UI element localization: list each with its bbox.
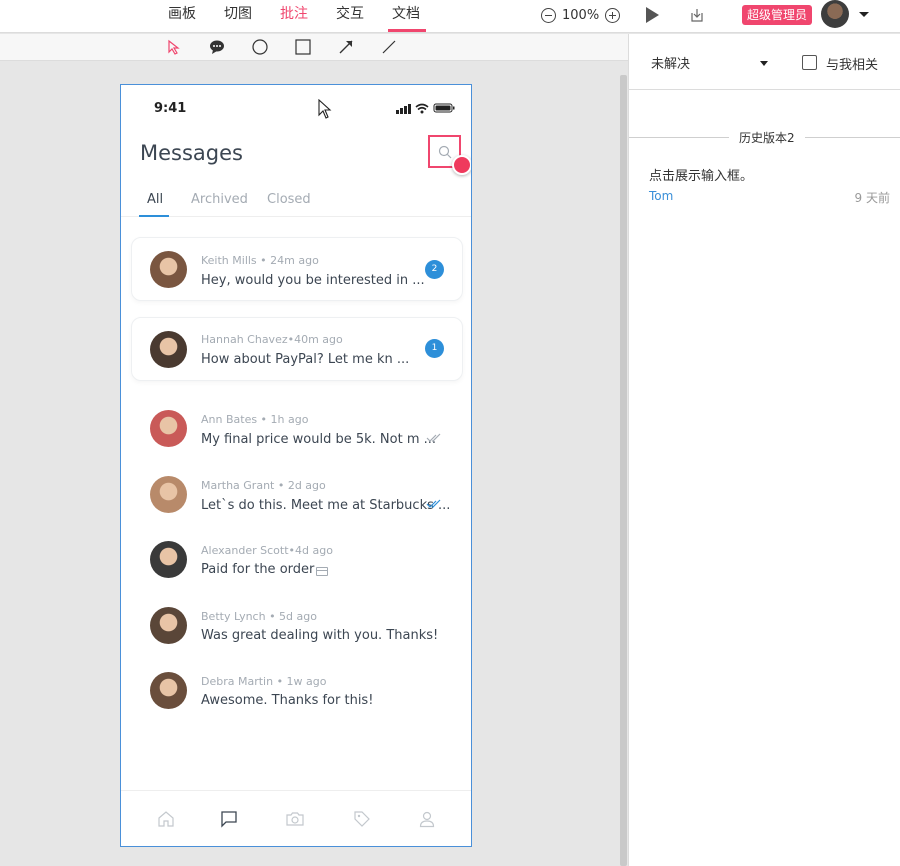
nav-docs[interactable]: 文档 <box>392 0 448 33</box>
message-meta: Alexander Scott•4d ago <box>201 544 333 557</box>
message-preview: My final price would be 5k. Not m ... <box>201 432 437 447</box>
tag-icon[interactable] <box>353 810 371 828</box>
nav-artboard[interactable]: 画板 <box>168 0 224 33</box>
search-icon <box>438 145 452 159</box>
comment-icon[interactable] <box>209 39 225 55</box>
list-item[interactable]: Debra Martin • 1w ago Awesome. Thanks fo… <box>121 659 471 723</box>
list-item[interactable]: Betty Lynch • 5d ago Was great dealing w… <box>121 594 471 658</box>
tab-all[interactable]: All <box>147 192 163 207</box>
role-badge: 超级管理员 <box>742 5 813 25</box>
version-label: 历史版本2 <box>729 129 805 146</box>
message-meta: Hannah Chavez•40m ago <box>201 333 343 346</box>
avatar <box>150 476 187 513</box>
message-preview: Paid for the order <box>201 562 315 577</box>
tab-archived[interactable]: Archived <box>191 192 248 207</box>
tab-indicator <box>139 215 169 217</box>
battery-icon <box>433 103 455 113</box>
chevron-down-icon[interactable] <box>760 61 768 66</box>
avatar <box>150 410 187 447</box>
user-menu-chevron-down-icon[interactable] <box>859 12 869 17</box>
double-check-icon <box>426 499 441 508</box>
main-nav: 画板 切图 批注 交互 文档 <box>168 0 448 33</box>
message-preview: How about PayPal? Let me kn ... <box>201 352 410 367</box>
list-item[interactable]: Ann Bates • 1h ago My final price would … <box>121 397 471 461</box>
annotation-pin[interactable] <box>452 155 471 175</box>
related-to-me-checkbox[interactable] <box>802 55 817 70</box>
zoom-level: 100% <box>562 7 600 23</box>
unread-badge: 2 <box>425 260 444 279</box>
nav-slice[interactable]: 切图 <box>224 0 280 33</box>
comment-author[interactable]: Tom <box>649 189 673 203</box>
list-item[interactable]: Martha Grant • 2d ago Let`s do this. Mee… <box>121 463 471 527</box>
message-preview: Was great dealing with you. Thanks! <box>201 628 439 643</box>
unread-badge: 1 <box>425 339 444 358</box>
status-icons <box>396 103 455 114</box>
card-icon <box>316 567 328 576</box>
avatar <box>150 331 187 368</box>
list-item[interactable]: Hannah Chavez•40m ago How about PayPal? … <box>121 317 471 381</box>
home-icon[interactable] <box>157 810 175 828</box>
comment-time: 9 天前 <box>854 191 890 205</box>
arrow-icon[interactable] <box>338 39 354 55</box>
list-item[interactable]: Keith Mills • 24m ago Hey, would you be … <box>121 237 471 301</box>
message-meta: Ann Bates • 1h ago <box>201 413 309 426</box>
message-meta: Martha Grant • 2d ago <box>201 479 326 492</box>
comment-text[interactable]: 点击展示输入框。 <box>649 165 753 184</box>
phone-artboard[interactable]: 9:41 Messages All Archived Closed Keith … <box>120 84 472 847</box>
message-meta: Debra Martin • 1w ago <box>201 675 327 688</box>
tab-closed[interactable]: Closed <box>267 192 311 207</box>
comments-panel: 未解决 与我相关 历史版本2 点击展示输入框。 Tom 9 天前 <box>628 34 900 866</box>
annotation-toolbar <box>0 34 628 61</box>
page-title: Messages <box>140 141 243 165</box>
chat-icon[interactable] <box>220 810 238 828</box>
message-meta: Keith Mills • 24m ago <box>201 254 319 267</box>
wifi-icon <box>415 103 429 114</box>
user-avatar[interactable] <box>821 0 849 28</box>
nav-interaction[interactable]: 交互 <box>336 0 392 33</box>
avatar <box>150 251 187 288</box>
signal-icon <box>396 104 411 114</box>
top-bar: 画板 切图 批注 交互 文档 100% 超级管理员 <box>0 0 900 33</box>
zoom-in-icon[interactable] <box>605 7 621 23</box>
message-preview: Hey, would you be interested in ... <box>201 273 425 288</box>
avatar <box>150 672 187 709</box>
select-cursor-icon[interactable] <box>166 39 182 55</box>
rectangle-icon[interactable] <box>295 39 311 55</box>
play-icon[interactable] <box>646 7 659 23</box>
message-preview: Let`s do this. Meet me at Starbucks ... <box>201 498 451 513</box>
double-check-icon <box>426 433 441 442</box>
message-preview: Awesome. Thanks for this! <box>201 693 374 708</box>
bottom-tab-bar <box>121 790 471 846</box>
status-filter-select[interactable]: 未解决 <box>651 53 690 72</box>
divider <box>629 89 900 90</box>
list-item[interactable]: Alexander Scott•4d ago Paid for the orde… <box>121 528 471 592</box>
zoom-control: 100% <box>541 6 621 24</box>
avatar <box>150 541 187 578</box>
message-tabs: All Archived Closed <box>121 192 471 217</box>
profile-icon[interactable] <box>418 810 436 828</box>
camera-icon[interactable] <box>286 810 304 828</box>
canvas-scrollbar[interactable] <box>620 75 627 866</box>
zoom-out-icon[interactable] <box>541 7 556 23</box>
related-to-me-label: 与我相关 <box>826 58 879 73</box>
mouse-cursor-icon <box>318 99 332 119</box>
nav-annotation[interactable]: 批注 <box>280 0 426 33</box>
download-icon[interactable] <box>689 7 705 23</box>
status-time: 9:41 <box>154 101 187 116</box>
message-meta: Betty Lynch • 5d ago <box>201 610 317 623</box>
avatar <box>150 607 187 644</box>
line-icon[interactable] <box>381 39 397 55</box>
circle-icon[interactable] <box>252 39 268 55</box>
